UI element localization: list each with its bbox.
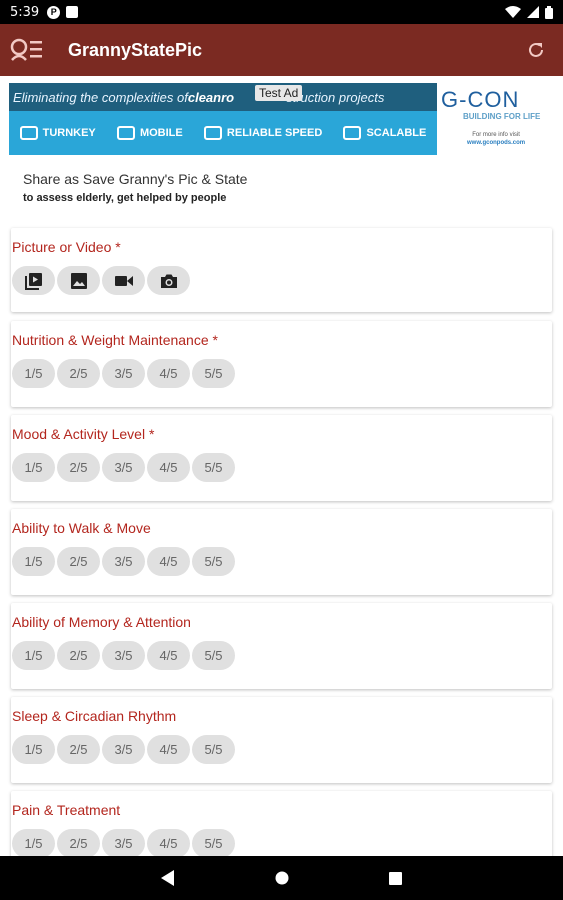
ad-feature: TURNKEY (19, 126, 96, 140)
ad-brand-sub: BUILDING FOR LIFE (463, 112, 541, 121)
truck-icon (116, 126, 135, 140)
app-logo-icon[interactable] (10, 37, 44, 63)
rating-chip-2[interactable]: 2/5 (57, 829, 100, 858)
rating-chip-5[interactable]: 5/5 (192, 359, 235, 388)
rating-label: Nutrition & Weight Maintenance * (12, 332, 218, 348)
rating-chip-5[interactable]: 5/5 (192, 735, 235, 764)
rating-chip-2[interactable]: 2/5 (57, 735, 100, 764)
scalable-icon (343, 126, 362, 140)
rating-chip-1[interactable]: 1/5 (12, 829, 55, 858)
wifi-icon (505, 6, 521, 18)
ad-tagline-start: Eliminating the complexities of (13, 89, 188, 105)
rating-chip-1[interactable]: 1/5 (12, 547, 55, 576)
rating-chip-3[interactable]: 3/5 (102, 641, 145, 670)
rating-chip-4[interactable]: 4/5 (147, 453, 190, 482)
rating-chip-3[interactable]: 3/5 (102, 547, 145, 576)
rating-card-sleep: Sleep & Circadian Rhythm 1/5 2/5 3/5 4/5… (11, 697, 552, 783)
status-bar: 5:39 P (0, 0, 563, 24)
rating-label: Sleep & Circadian Rhythm (12, 708, 177, 724)
rating-chip-3[interactable]: 3/5 (102, 359, 145, 388)
ad-brand-panel: G-CON BUILDING FOR LIFE For more info vi… (437, 83, 555, 155)
refresh-icon[interactable] (523, 37, 549, 63)
rating-chip-3[interactable]: 3/5 (102, 453, 145, 482)
media-label: Picture or Video * (12, 239, 121, 255)
test-ad-label: Test Ad (255, 85, 303, 101)
ad-features: TURNKEY MOBILE RELIABLE SPEED SCALABLE (9, 111, 437, 155)
rating-chip-2[interactable]: 2/5 (57, 641, 100, 670)
turnkey-icon (19, 126, 38, 140)
image-icon[interactable] (57, 266, 100, 295)
rating-chip-5[interactable]: 5/5 (192, 453, 235, 482)
rating-chip-5[interactable]: 5/5 (192, 829, 235, 858)
intro-line-2: to assess elderly, get helped by people (23, 192, 227, 204)
rating-card-nutrition: Nutrition & Weight Maintenance * 1/5 2/5… (11, 321, 552, 407)
ad-feature: SCALABLE (343, 126, 426, 140)
app-title: GrannyStatePic (68, 39, 203, 60)
rating-chip-4[interactable]: 4/5 (147, 829, 190, 858)
rating-chip-4[interactable]: 4/5 (147, 641, 190, 670)
rating-chip-5[interactable]: 5/5 (192, 547, 235, 576)
rating-label: Ability to Walk & Move (12, 520, 151, 536)
speed-icon (203, 126, 222, 140)
rating-chip-3[interactable]: 3/5 (102, 829, 145, 858)
media-card: Picture or Video * (11, 228, 552, 312)
rating-chip-2[interactable]: 2/5 (57, 453, 100, 482)
intro-text: Share as Save Granny's Pic & State to as… (23, 171, 247, 204)
ad-brand-logo: G-CON (441, 87, 520, 112)
rating-chip-1[interactable]: 1/5 (12, 453, 55, 482)
system-nav-bar (0, 856, 563, 900)
rating-chip-2[interactable]: 2/5 (57, 547, 100, 576)
rating-label: Mood & Activity Level * (12, 426, 155, 442)
ad-banner[interactable]: Eliminating the complexities of cleanro … (9, 83, 555, 155)
rating-chip-5[interactable]: 5/5 (192, 641, 235, 670)
notification-app-icon: P (47, 5, 61, 19)
intro-line-1: Share as Save Granny's Pic & State (23, 171, 248, 187)
notification-square-icon (66, 6, 79, 18)
rating-chip-1[interactable]: 1/5 (12, 641, 55, 670)
ad-tagline: Eliminating the complexities of cleanro … (9, 83, 437, 111)
rating-chip-1[interactable]: 1/5 (12, 359, 55, 388)
rating-chip-4[interactable]: 4/5 (147, 359, 190, 388)
status-time: 5:39 (10, 4, 40, 20)
ad-visit: For more info visit www.gconpods.com (467, 132, 526, 146)
back-icon[interactable] (161, 870, 175, 886)
camera-icon[interactable] (147, 266, 190, 295)
ad-feature: RELIABLE SPEED (203, 126, 322, 140)
rating-card-memory: Ability of Memory & Attention 1/5 2/5 3/… (11, 603, 552, 689)
videocam-icon[interactable] (102, 266, 145, 295)
battery-icon (545, 5, 553, 19)
home-icon[interactable] (275, 871, 289, 885)
rating-chip-2[interactable]: 2/5 (57, 359, 100, 388)
rating-card-walk: Ability to Walk & Move 1/5 2/5 3/5 4/5 5… (11, 509, 552, 595)
rating-chip-3[interactable]: 3/5 (102, 735, 145, 764)
rating-chip-4[interactable]: 4/5 (147, 735, 190, 764)
rating-chip-4[interactable]: 4/5 (147, 547, 190, 576)
signal-icon (527, 6, 539, 18)
rating-card-mood: Mood & Activity Level * 1/5 2/5 3/5 4/5 … (11, 415, 552, 501)
ad-feature: MOBILE (116, 126, 183, 140)
video-library-icon[interactable] (12, 266, 55, 295)
recents-icon[interactable] (389, 871, 402, 885)
ad-tagline-bold: cleanro (187, 89, 235, 105)
rating-chip-1[interactable]: 1/5 (12, 735, 55, 764)
rating-label: Ability of Memory & Attention (12, 614, 191, 630)
rating-label: Pain & Treatment (12, 802, 121, 818)
app-bar: GrannyStatePic (0, 24, 563, 76)
